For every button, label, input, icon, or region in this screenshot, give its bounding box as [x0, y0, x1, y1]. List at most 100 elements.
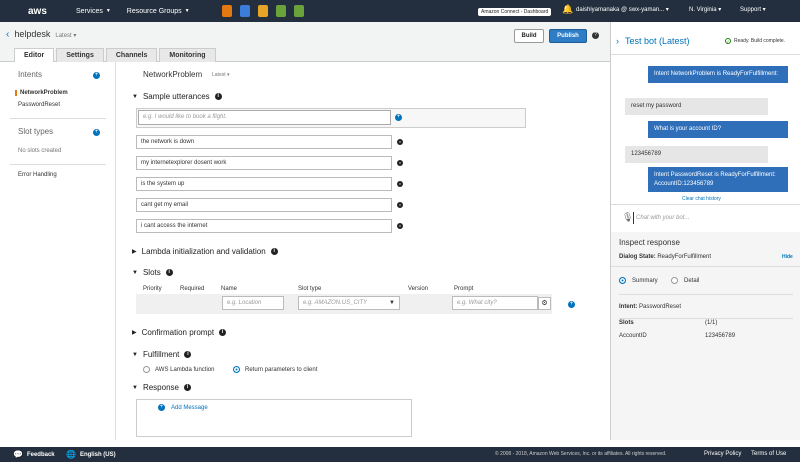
divider	[10, 164, 106, 165]
delete-utterance-icon[interactable]: ×	[397, 223, 403, 229]
fulfillment-section[interactable]: ▼ Fulfillment i	[132, 350, 192, 359]
gear-icon[interactable]: ⚙	[538, 297, 551, 310]
chat-bubble-bot: Intent PasswordReset is ReadyForFulfillm…	[648, 167, 788, 193]
utterance-row[interactable]: cant get my email	[136, 198, 392, 212]
fulfillment-option-return[interactable]: Return parameters to client	[233, 366, 317, 373]
aws-logo[interactable]: aws	[0, 6, 47, 17]
service-shortcut-icon[interactable]	[257, 5, 268, 17]
clear-chat-history-link[interactable]: Clear chat history	[682, 196, 721, 202]
delete-utterance-icon[interactable]: ×	[397, 139, 403, 145]
service-shortcut-icon[interactable]	[293, 5, 304, 17]
chat-input[interactable]: Chat with your bot...	[633, 212, 793, 224]
account-menu[interactable]: daishiyamanaka @ swx-yaman... ▾	[576, 6, 669, 13]
bot-name: helpdesk	[14, 29, 51, 39]
build-button[interactable]: Build	[514, 29, 544, 43]
tab-settings[interactable]: Settings	[56, 48, 104, 62]
intent-version-dropdown[interactable]: Latest ▾	[212, 72, 230, 78]
delete-utterance-icon[interactable]: ×	[397, 181, 403, 187]
slots-label: Slots	[619, 320, 634, 326]
lambda-section[interactable]: ▶ Lambda initialization and validation i	[132, 247, 278, 256]
microphone-icon[interactable]: 🎙	[622, 212, 633, 223]
help-icon[interactable]: ?	[592, 32, 599, 39]
status-text: Ready. Build complete.	[734, 38, 786, 44]
info-icon[interactable]: i	[219, 329, 227, 336]
support-menu[interactable]: Support ▾	[740, 6, 766, 13]
intent-value: PasswordReset	[639, 304, 682, 310]
delete-utterance-icon[interactable]: ×	[397, 160, 403, 166]
intent-label: Intent:	[619, 304, 638, 310]
back-chevron-icon[interactable]: ‹	[6, 29, 9, 40]
utterance-row[interactable]: is the system up	[136, 177, 392, 191]
slot-type-select[interactable]: e.g. AMAZON.US_CITY ▼	[298, 296, 400, 310]
delete-utterance-icon[interactable]: ×	[397, 202, 403, 208]
privacy-policy-link[interactable]: Privacy Policy	[704, 451, 741, 457]
chat-bubble-bot: Intent NetworkProblem is ReadyForFulfill…	[648, 66, 788, 83]
add-utterance-icon[interactable]: +	[395, 114, 402, 121]
bot-version-dropdown[interactable]: Latest ▾	[55, 32, 76, 39]
radio-button[interactable]	[671, 277, 678, 284]
service-shortcut-icon[interactable]	[239, 5, 250, 17]
radio-button-selected[interactable]	[233, 366, 240, 373]
info-icon[interactable]: i	[184, 351, 192, 358]
service-shortcut-icon[interactable]	[275, 5, 286, 17]
feedback-label: Feedback	[26, 451, 55, 458]
language-selector[interactable]: 🌐 English (US)	[66, 450, 116, 459]
collapse-chevron-icon[interactable]: ›	[616, 36, 619, 46]
view-option-summary[interactable]: Summary	[619, 277, 658, 284]
option-label: AWS Lambda function	[155, 366, 215, 373]
utterance-input[interactable]: e.g. I would like to book a flight.	[138, 110, 391, 125]
info-icon[interactable]: i	[214, 93, 222, 100]
terms-of-use-link[interactable]: Terms of Use	[751, 451, 786, 457]
services-menu[interactable]: Services ▼	[76, 8, 111, 15]
confirmation-section[interactable]: ▶ Confirmation prompt i	[132, 328, 227, 337]
publish-button[interactable]: Publish	[549, 29, 587, 43]
bell-icon[interactable]: 🔔	[562, 4, 573, 15]
radio-button[interactable]	[143, 366, 150, 373]
sidebar-item-error-handling[interactable]: Error Handling	[18, 172, 57, 178]
region-menu[interactable]: N. Virginia ▾	[689, 6, 721, 13]
view-option-detail[interactable]: Detail	[671, 277, 699, 284]
add-slot-type-icon[interactable]: +	[93, 129, 100, 136]
intent-summary: Intent: PasswordReset	[619, 304, 681, 310]
info-icon[interactable]: i	[183, 384, 191, 391]
info-icon[interactable]: i	[270, 248, 278, 255]
resource-groups-menu[interactable]: Resource Groups ▼	[127, 8, 190, 15]
tab-monitoring[interactable]: Monitoring	[159, 48, 216, 62]
service-shortcut-icon[interactable]	[221, 5, 232, 17]
caret-down-icon: ▼	[132, 269, 138, 276]
section-title: Sample utterances	[142, 92, 210, 101]
sidebar-item-passwordreset[interactable]: PasswordReset	[18, 102, 60, 108]
account-label: daishiyamanaka @ swx-yaman...	[576, 7, 665, 13]
section-title: Lambda initialization and validation	[141, 247, 266, 256]
divider	[611, 266, 800, 267]
copyright-text: © 2008 - 2018, Amazon Web Services, Inc.…	[495, 451, 667, 457]
sample-utterances-section[interactable]: ▼ Sample utterances i	[132, 92, 222, 101]
slot-prompt-input[interactable]: e.g. What city?	[452, 296, 538, 310]
resource-groups-label: Resource Groups	[126, 7, 182, 15]
fulfillment-option-lambda[interactable]: AWS Lambda function	[143, 366, 214, 373]
tab-editor[interactable]: Editor	[14, 48, 55, 62]
add-message-button[interactable]: + Add Message	[158, 404, 208, 411]
slots-section[interactable]: ▼ Slots i	[132, 268, 173, 277]
slots-col-version: Version	[408, 286, 429, 292]
utterance-row[interactable]: my internetexplorer dosent work	[136, 156, 392, 170]
feedback-link[interactable]: 💬 Feedback	[13, 450, 55, 459]
add-intent-icon[interactable]: +	[93, 72, 100, 79]
caret-down-icon: ▼	[132, 93, 138, 100]
services-label: Services	[76, 7, 103, 15]
utterance-row[interactable]: the network is down	[136, 135, 392, 149]
tab-channels[interactable]: Channels	[105, 48, 158, 62]
radio-button-selected[interactable]	[619, 277, 626, 284]
sidebar-item-networkproblem[interactable]: NetworkProblem	[15, 90, 68, 96]
slot-types-heading: Slot types	[18, 127, 54, 136]
info-icon[interactable]: i	[165, 269, 173, 276]
slot-name-input[interactable]: e.g. Location	[222, 296, 284, 310]
add-icon: +	[158, 404, 165, 411]
utterance-row[interactable]: i cant access the internet	[136, 219, 392, 233]
response-section[interactable]: ▼ Response i	[132, 383, 191, 392]
support-label: Support	[740, 7, 762, 13]
hide-link[interactable]: Hide	[782, 254, 793, 260]
add-slot-icon[interactable]: +	[568, 301, 575, 308]
slots-col-priority: Priority	[143, 286, 162, 292]
option-label: Summary	[632, 277, 658, 284]
